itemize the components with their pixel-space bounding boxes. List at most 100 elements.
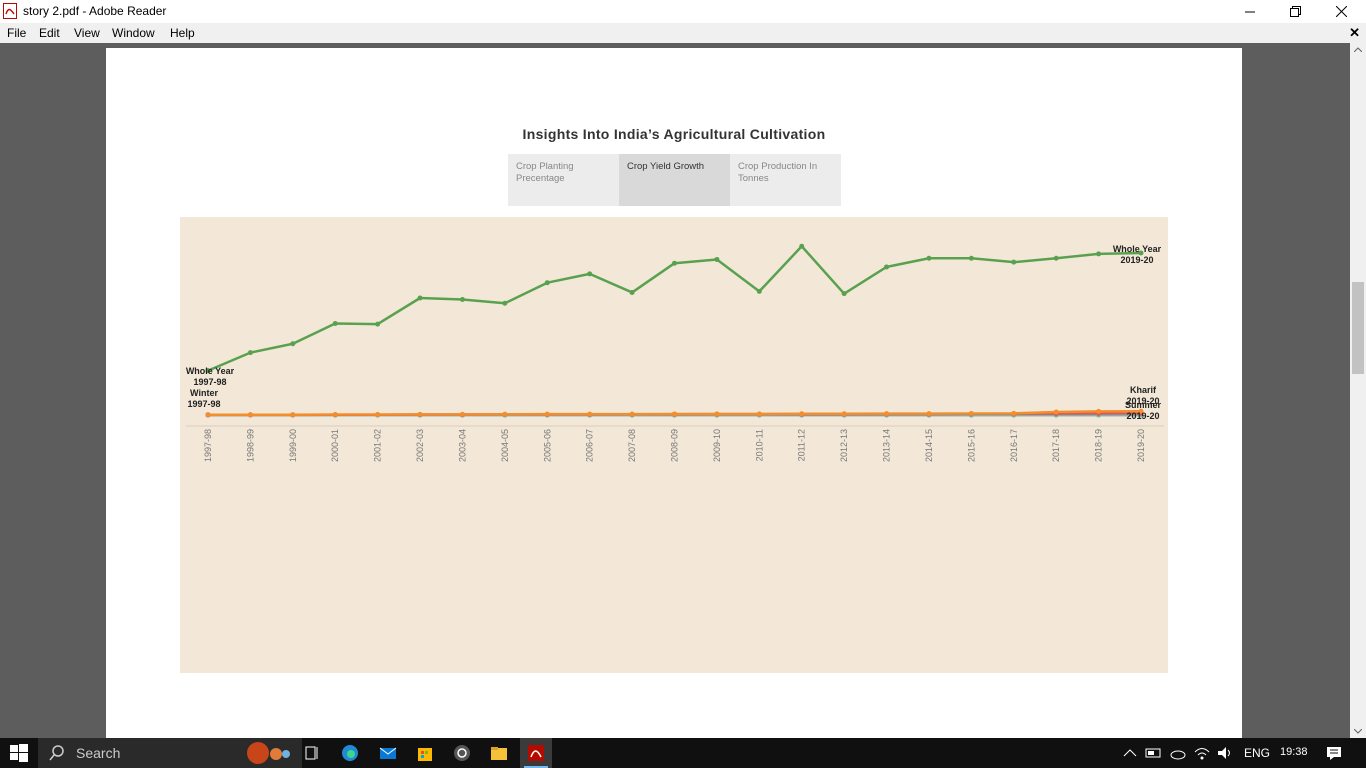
data-point-whole-year bbox=[926, 255, 932, 261]
store-icon[interactable] bbox=[416, 744, 434, 762]
scroll-down-icon[interactable] bbox=[1354, 729, 1362, 734]
menu-help[interactable]: Help bbox=[170, 26, 195, 40]
x-tick-label: 1999-00 bbox=[288, 429, 298, 462]
data-point-whole-year bbox=[290, 341, 296, 347]
data-point-kharif bbox=[332, 412, 338, 418]
data-point-kharif bbox=[247, 412, 253, 418]
x-tick-label: 2003-04 bbox=[457, 429, 467, 462]
menu-edit[interactable]: Edit bbox=[39, 26, 60, 40]
tab-crop-planting[interactable]: Crop Planting Precentage bbox=[508, 154, 619, 206]
data-point-whole-year bbox=[587, 271, 593, 277]
yield-chart: 1997-98 1998-99 1999-00 2000-01 2001-02 2002-… bbox=[180, 217, 1168, 673]
data-point-whole-year bbox=[332, 321, 338, 326]
whole-year-start-label: 1997-98 bbox=[193, 377, 226, 387]
tab-crop-yield[interactable]: Crop Yield Growth bbox=[619, 154, 730, 206]
onedrive-icon[interactable] bbox=[1169, 744, 1187, 762]
data-point-whole-year bbox=[375, 321, 381, 327]
battery-icon[interactable] bbox=[1145, 744, 1163, 762]
volume-icon[interactable] bbox=[1216, 744, 1234, 762]
minimize-button[interactable] bbox=[1227, 0, 1273, 23]
data-point-whole-year bbox=[544, 280, 550, 286]
x-tick-label: 2013-14 bbox=[882, 429, 892, 462]
x-tick-label: 2019-20 bbox=[1136, 429, 1146, 462]
data-point-kharif bbox=[205, 412, 211, 418]
file-explorer-icon[interactable] bbox=[490, 744, 508, 762]
x-tick-label: 1998-99 bbox=[245, 429, 255, 462]
data-point-whole-year bbox=[714, 256, 720, 262]
edge-browser-icon[interactable] bbox=[341, 744, 359, 762]
yield-chart-svg: 1997-98 1998-99 1999-00 2000-01 2001-02 2002-… bbox=[186, 243, 1164, 462]
data-point-whole-year bbox=[672, 260, 677, 266]
menu-bar: File Edit View Window Help ✕ bbox=[0, 23, 1366, 43]
data-point-kharif bbox=[587, 411, 593, 417]
data-point-whole-year bbox=[417, 295, 423, 301]
scroll-up-icon[interactable] bbox=[1354, 47, 1362, 52]
windows-start-icon[interactable] bbox=[10, 744, 28, 762]
language-indicator[interactable]: ENG bbox=[1244, 746, 1270, 760]
low-series-end-label-top: Kharif bbox=[1130, 385, 1157, 395]
data-point-kharif bbox=[1011, 410, 1017, 416]
low-series-end-label-bottom: 2019-20 bbox=[1126, 411, 1159, 421]
window-title: story 2.pdf - Adobe Reader bbox=[23, 4, 167, 18]
weather-widget-icon[interactable] bbox=[240, 741, 298, 765]
data-point-whole-year bbox=[968, 255, 974, 261]
low-series-start-label: 1997-98 bbox=[187, 399, 220, 409]
close-button[interactable] bbox=[1318, 0, 1364, 23]
notifications-icon[interactable] bbox=[1325, 744, 1343, 762]
data-point-kharif bbox=[544, 411, 550, 417]
data-point-kharif bbox=[290, 412, 296, 418]
taskbar-search-box[interactable]: Search bbox=[38, 738, 302, 768]
whole-year-start-label: Whole Year bbox=[186, 366, 235, 376]
media-app-icon[interactable] bbox=[453, 744, 471, 762]
x-tick-label: 2017-18 bbox=[1051, 429, 1061, 462]
tab-crop-production[interactable]: Crop Production In Tonnes bbox=[730, 154, 841, 206]
mail-icon[interactable] bbox=[379, 744, 397, 762]
data-point-kharif bbox=[1053, 409, 1059, 415]
menu-view[interactable]: View bbox=[74, 26, 100, 40]
data-point-whole-year bbox=[502, 300, 508, 306]
adobe-reader-taskbar-icon bbox=[528, 745, 544, 761]
data-point-whole-year bbox=[1096, 251, 1102, 257]
close-document-button[interactable]: ✕ bbox=[1349, 25, 1360, 41]
x-tick-label: 2010-11 bbox=[754, 429, 764, 461]
data-point-whole-year bbox=[756, 288, 762, 294]
x-tick-label: 2011-12 bbox=[797, 429, 807, 461]
x-tick-label: 2012-13 bbox=[839, 429, 849, 462]
x-tick-label: 2015-16 bbox=[966, 429, 976, 462]
x-tick-label: 2018-19 bbox=[1094, 429, 1104, 462]
data-point-whole-year bbox=[841, 291, 847, 297]
adobe-reader-icon bbox=[3, 3, 17, 19]
menu-file[interactable]: File bbox=[7, 26, 26, 40]
data-point-kharif bbox=[756, 411, 762, 417]
dashboard-title: Insights Into India’s Agricultural Culti… bbox=[522, 126, 826, 142]
scrollbar-thumb[interactable] bbox=[1352, 282, 1364, 374]
x-tick-label: 2006-07 bbox=[585, 429, 595, 462]
minimize-icon bbox=[1245, 11, 1255, 12]
x-tick-label: 1997-98 bbox=[203, 429, 213, 462]
whole-year-end-label: 2019-20 bbox=[1120, 255, 1153, 265]
close-icon bbox=[1335, 6, 1347, 17]
restore-button[interactable] bbox=[1272, 0, 1318, 23]
clock[interactable]: 19:38 bbox=[1280, 746, 1308, 758]
story-tabs: Crop Planting Precentage Crop Yield Grow… bbox=[508, 154, 841, 206]
x-tick-label: 2007-08 bbox=[627, 429, 637, 462]
data-point-whole-year bbox=[884, 264, 890, 270]
data-point-whole-year bbox=[459, 297, 465, 302]
vertical-scrollbar[interactable] bbox=[1350, 43, 1366, 738]
data-point-kharif bbox=[926, 411, 932, 417]
menu-window[interactable]: Window bbox=[112, 26, 155, 40]
task-view-icon[interactable] bbox=[303, 744, 321, 762]
x-tick-label: 2005-06 bbox=[542, 429, 552, 462]
data-point-whole-year bbox=[799, 243, 805, 249]
data-point-kharif bbox=[459, 411, 465, 417]
show-hidden-icons-icon[interactable] bbox=[1121, 744, 1139, 762]
data-point-kharif bbox=[502, 411, 508, 417]
document-area[interactable]: Insights Into India’s Agricultural Culti… bbox=[0, 43, 1350, 738]
x-tick-label: 2008-09 bbox=[670, 429, 680, 462]
wifi-icon[interactable] bbox=[1193, 744, 1211, 762]
adobe-reader-taskbar-button[interactable] bbox=[520, 738, 552, 768]
data-point-kharif bbox=[884, 411, 890, 417]
taskbar: Search ENG 19:38 bbox=[0, 738, 1366, 768]
low-series-end-label-bottom: Summer bbox=[1125, 400, 1162, 410]
x-tick-label: 2002-03 bbox=[415, 429, 425, 462]
